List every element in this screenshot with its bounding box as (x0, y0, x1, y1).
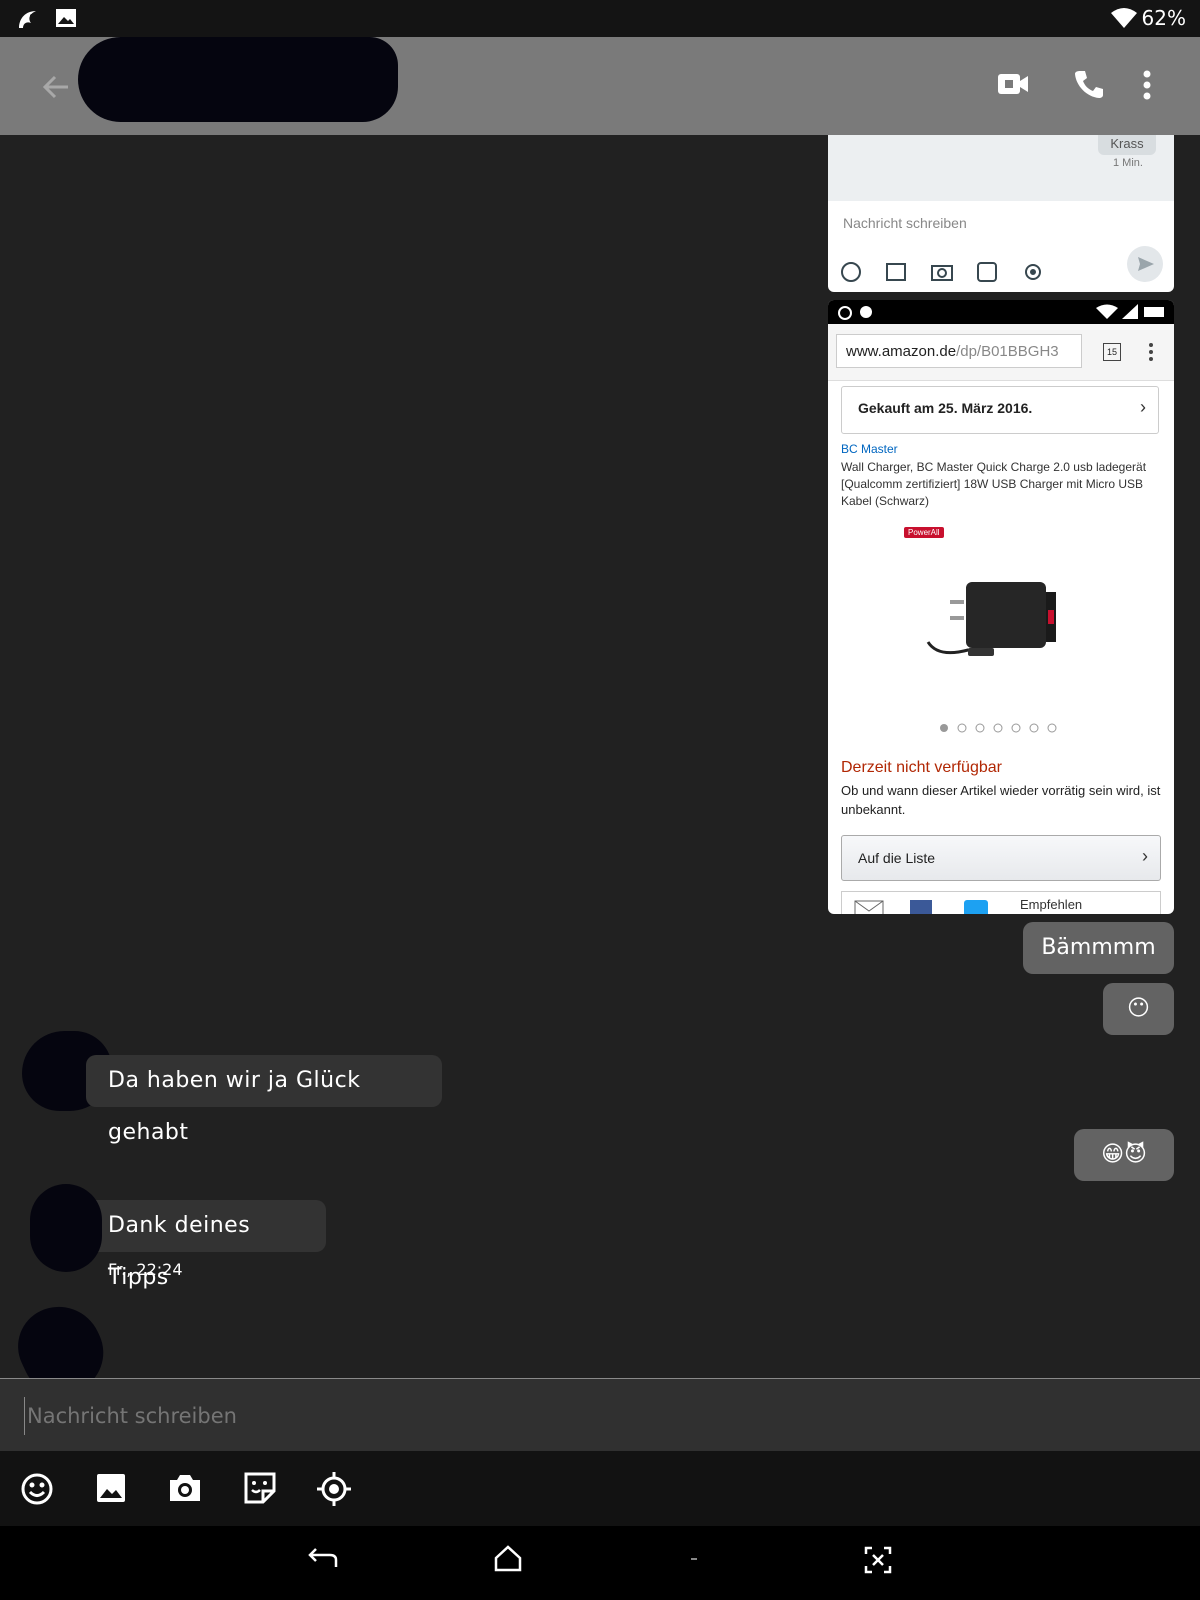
app-notification-icon (19, 11, 36, 28)
nav-screenshot-icon[interactable] (864, 1546, 892, 1574)
screenshot-brand: BC Master (841, 442, 898, 456)
screenshot-unavailable-note: Ob und wann dieser Artikel wieder vorrät… (841, 783, 1161, 817)
conversation-toolbar (0, 37, 1200, 135)
wifi-icon (1111, 8, 1137, 28)
screenshot-recommend: Empfehlen (1020, 897, 1083, 912)
back-arrow-icon[interactable] (40, 71, 72, 103)
system-nav-bar (0, 1526, 1200, 1600)
screenshot-menu-icon (1149, 343, 1153, 361)
video-call-icon[interactable] (996, 70, 1030, 98)
screenshot-send-icon (1127, 246, 1163, 282)
image-notification-icon (56, 9, 76, 27)
gallery-icon[interactable] (95, 1472, 127, 1504)
screenshot-purchased-box: Gekauft am 25. März 2016. › (841, 386, 1159, 434)
message-out-3[interactable]: 😁😈 (1074, 1129, 1174, 1181)
nav-back-icon[interactable] (306, 1547, 338, 1571)
screenshot-mail-icon (854, 900, 884, 914)
screenshot-facebook-icon (910, 900, 932, 914)
composer-actions (0, 1451, 1200, 1526)
charger-product-image (926, 582, 1056, 656)
screenshot-twitter-icon (964, 900, 988, 914)
screenshot-url-host: www.amazon.de (846, 343, 957, 360)
screenshot-url-path: /dp/B01BBGH3 (956, 343, 1059, 360)
screenshot-alarm-icon (838, 306, 872, 320)
message-in-2[interactable]: Dank deines Tipps (86, 1200, 326, 1290)
nav-home-icon[interactable] (493, 1544, 523, 1572)
nav-recents-icon[interactable] (690, 1555, 698, 1563)
shared-screenshot-amazon[interactable]: www.amazon.de/dp/B01BBGH3 15 Gekauft am … (828, 300, 1174, 914)
status-bar: 62% (0, 0, 1200, 37)
screenshot-action-icons (841, 262, 1041, 282)
message-timestamp: Fr., 22:24 (108, 1260, 183, 1279)
shared-screenshot-chat[interactable]: Krass 1 Min. Nachricht schreiben (828, 135, 1174, 292)
screenshot-bubble-time: 1 Min. (1113, 157, 1143, 169)
image-carousel-dots (940, 723, 1057, 733)
redacted-avatar (30, 1184, 102, 1272)
redacted-contact-name (78, 37, 398, 122)
screenshot-input-placeholder: Nachricht schreiben (843, 215, 967, 231)
screenshot-list-chevron-icon: › (1142, 846, 1148, 866)
screenshot-purchased-label: Gekauft am 25. März 2016. (858, 400, 1033, 416)
battery-level: 62% (1141, 6, 1186, 30)
message-input[interactable] (24, 1397, 1174, 1435)
screenshot-brand-badge: PowerAll (904, 527, 944, 538)
screenshot-chevron-icon: › (1140, 397, 1146, 417)
screenshot-unavailable: Derzeit nicht verfügbar (841, 759, 1002, 776)
screenshot-url-field: www.amazon.de/dp/B01BBGH3 (836, 334, 1082, 368)
camera-icon[interactable] (168, 1472, 202, 1504)
message-composer (0, 1378, 1200, 1452)
screenshot-bubble: Krass (1098, 135, 1156, 155)
screenshot-product-title: Wall Charger, BC Master Quick Charge 2.0… (841, 460, 1147, 508)
sticker-icon[interactable] (243, 1471, 277, 1505)
screenshot-status-bar (828, 300, 1174, 324)
screenshot-share-row: Empfehlen (841, 891, 1161, 914)
message-out-1[interactable]: Bämmmm (1023, 922, 1174, 974)
screenshot-signal-icons (1096, 304, 1164, 319)
location-icon[interactable] (316, 1471, 352, 1507)
emoji-icon[interactable] (20, 1472, 54, 1506)
more-options-icon[interactable] (1142, 69, 1152, 101)
message-in-1[interactable]: Da haben wir ja Glück gehabt (86, 1055, 442, 1145)
message-out-2[interactable]: 😶 (1103, 983, 1174, 1035)
phone-call-icon[interactable] (1073, 68, 1105, 100)
screenshot-browser-bar: www.amazon.de/dp/B01BBGH3 15 (828, 324, 1174, 381)
screenshot-add-to-list-button: Auf die Liste › (841, 835, 1161, 881)
screenshot-tab-count: 15 (1103, 343, 1121, 361)
screenshot-list-label: Auf die Liste (858, 850, 936, 866)
